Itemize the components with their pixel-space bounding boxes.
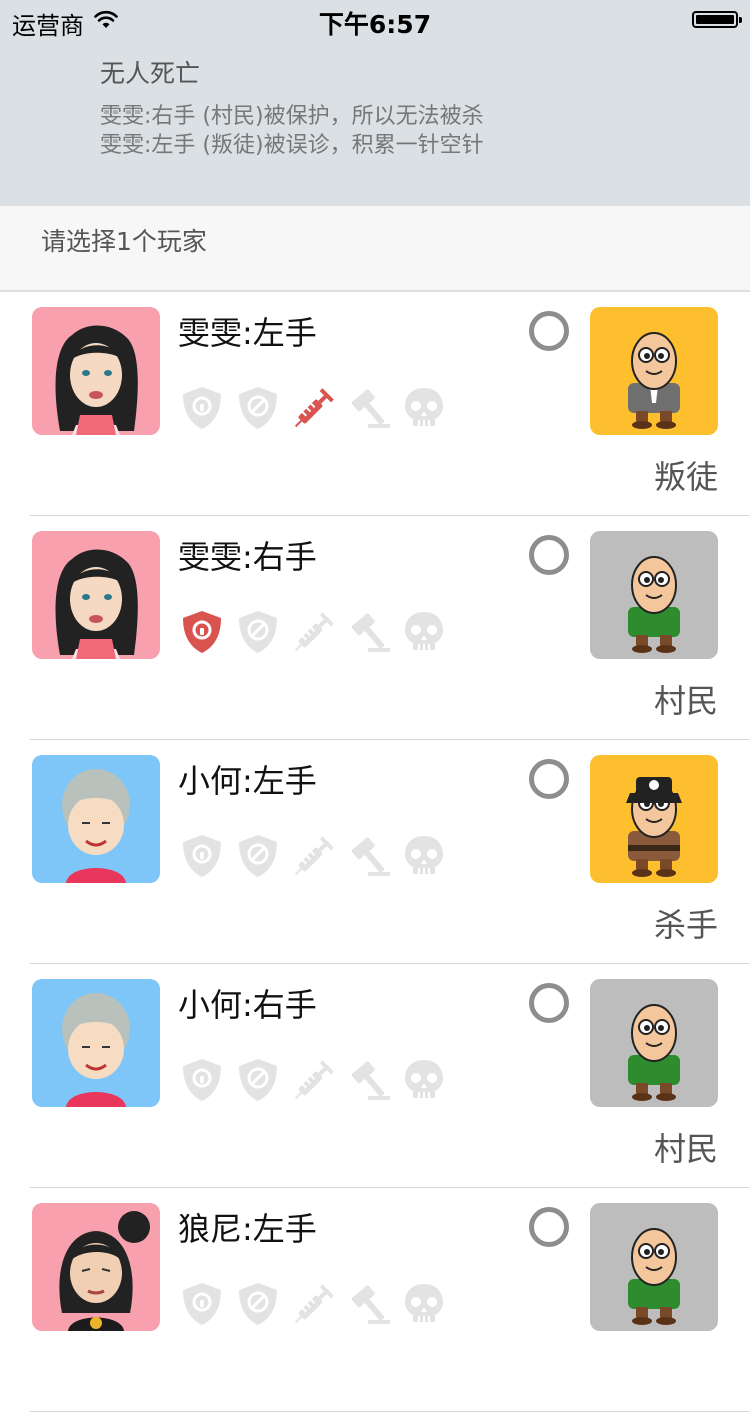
player-row[interactable]: 雯雯:左手 叛徒 <box>0 292 750 516</box>
battery-icon <box>692 11 742 28</box>
player-row[interactable]: 小何:左手 杀手 <box>0 740 750 964</box>
shield-lock-icon <box>178 1056 226 1104</box>
shield-ban-icon <box>234 832 282 880</box>
player-row[interactable]: 狼尼:左手 <box>0 1188 750 1412</box>
role-card <box>590 979 718 1107</box>
player-avatar <box>32 979 160 1107</box>
player-avatar <box>32 755 160 883</box>
shield-lock-icon <box>178 608 226 656</box>
shield-ban-icon <box>234 1280 282 1328</box>
role-label: 杀手 <box>653 906 718 944</box>
selection-prompt: 请选择1个玩家 <box>41 227 207 256</box>
gavel-icon <box>344 1056 392 1104</box>
skull-icon <box>400 1056 448 1104</box>
status-icons <box>178 384 458 434</box>
role-card <box>590 755 718 883</box>
skull-icon <box>400 608 448 656</box>
role-label: 村民 <box>653 1130 718 1168</box>
skull-icon <box>400 1280 448 1328</box>
syringe-icon <box>290 384 338 432</box>
select-radio[interactable] <box>529 983 569 1023</box>
player-name: 小何:左手 <box>178 762 317 800</box>
player-avatar <box>32 1203 160 1331</box>
shield-ban-icon <box>234 384 282 432</box>
selection-header: 请选择1个玩家 <box>0 206 750 292</box>
notice-line-1: 雯雯:右手 (村民)被保护，所以无法被杀 <box>100 104 484 129</box>
gavel-icon <box>344 384 392 432</box>
syringe-icon <box>290 832 338 880</box>
shield-ban-icon <box>234 1056 282 1104</box>
shield-lock-icon <box>178 384 226 432</box>
status-bar: 运营商 下午6:57 <box>0 0 750 40</box>
role-card <box>590 307 718 435</box>
shield-lock-icon <box>178 1280 226 1328</box>
status-icons <box>178 1280 458 1330</box>
player-name: 小何:右手 <box>178 986 317 1024</box>
notice-line-2: 雯雯:左手 (叛徒)被误诊，积累一针空针 <box>100 133 484 158</box>
player-row[interactable]: 小何:右手 村民 <box>0 964 750 1188</box>
player-row[interactable]: 雯雯:右手 村民 <box>0 516 750 740</box>
role-card <box>590 1203 718 1331</box>
status-icons <box>178 832 458 882</box>
skull-icon <box>400 832 448 880</box>
syringe-icon <box>290 1280 338 1328</box>
player-name: 雯雯:右手 <box>178 538 317 576</box>
syringe-icon <box>290 608 338 656</box>
status-icons <box>178 1056 458 1106</box>
player-name: 雯雯:左手 <box>178 314 317 352</box>
select-radio[interactable] <box>529 311 569 351</box>
player-avatar <box>32 307 160 435</box>
gavel-icon <box>344 608 392 656</box>
player-avatar <box>32 531 160 659</box>
skull-icon <box>400 384 448 432</box>
role-label: 叛徒 <box>653 458 718 496</box>
gavel-icon <box>344 832 392 880</box>
select-radio[interactable] <box>529 535 569 575</box>
shield-ban-icon <box>234 608 282 656</box>
role-label: 村民 <box>653 682 718 720</box>
status-icons <box>178 608 458 658</box>
select-radio[interactable] <box>529 759 569 799</box>
notice-title: 无人死亡 <box>100 59 201 88</box>
select-radio[interactable] <box>529 1207 569 1247</box>
gavel-icon <box>344 1280 392 1328</box>
role-card <box>590 531 718 659</box>
shield-lock-icon <box>178 832 226 880</box>
clock: 下午6:57 <box>318 10 432 39</box>
player-name: 狼尼:左手 <box>178 1210 317 1248</box>
syringe-icon <box>290 1056 338 1104</box>
